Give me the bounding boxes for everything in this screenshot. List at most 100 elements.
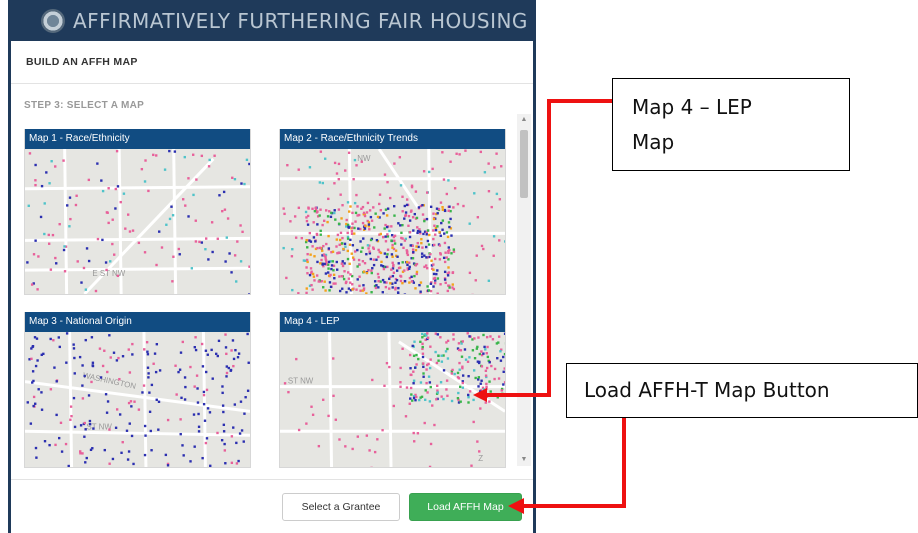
- map-point: [225, 365, 228, 368]
- load-affh-map-button[interactable]: Load AFFH Map: [409, 493, 522, 521]
- map-point: [333, 209, 336, 212]
- map-point: [182, 198, 185, 201]
- map-point: [147, 189, 150, 193]
- scroll-thumb[interactable]: [520, 130, 528, 198]
- map-point: [432, 212, 435, 215]
- map-point: [362, 287, 366, 290]
- map-point: [480, 379, 483, 382]
- map-point: [456, 376, 460, 379]
- map-point: [51, 233, 55, 237]
- map-point: [217, 339, 221, 343]
- map-point: [321, 223, 324, 227]
- map-point: [447, 251, 450, 254]
- map-point: [155, 343, 159, 346]
- map-point: [84, 288, 88, 291]
- map-point: [399, 275, 403, 278]
- map-point: [88, 423, 92, 426]
- map-point: [193, 345, 196, 349]
- map-point: [480, 365, 484, 368]
- map-point: [94, 289, 98, 293]
- scrollbar[interactable]: ▲ ▼: [517, 114, 531, 466]
- map-thumbnail[interactable]: WASHINGTON ST NW: [25, 332, 250, 467]
- map-point: [425, 368, 428, 371]
- map-point: [478, 352, 482, 356]
- map-point: [353, 232, 356, 235]
- map-point: [351, 211, 354, 215]
- map-point: [447, 246, 450, 249]
- select-grantee-button[interactable]: Select a Grantee: [282, 493, 400, 521]
- map-point: [416, 432, 420, 435]
- map-point: [393, 214, 396, 217]
- map-point: [192, 153, 195, 156]
- map-point: [485, 366, 489, 370]
- map-point: [462, 204, 465, 208]
- map-point: [344, 245, 347, 248]
- map-point: [429, 282, 433, 285]
- map-point: [391, 255, 394, 258]
- map-point: [34, 179, 37, 182]
- map-point: [391, 274, 395, 278]
- map-point: [325, 259, 328, 262]
- map-point: [80, 281, 83, 284]
- map-point: [36, 359, 39, 362]
- map-thumbnail[interactable]: E ST NW: [25, 149, 250, 294]
- map-point: [445, 256, 448, 259]
- map-card-3[interactable]: Map 3 - National Origin WASHINGTON ST NW: [24, 312, 251, 468]
- map-point: [493, 166, 496, 169]
- map-point: [447, 179, 450, 182]
- map-point: [121, 440, 124, 444]
- map-point: [308, 273, 312, 277]
- map-point: [457, 348, 461, 352]
- map-point: [419, 290, 422, 293]
- map-point: [409, 397, 412, 400]
- map-point: [81, 397, 85, 400]
- map-point: [294, 236, 298, 239]
- map-point: [404, 214, 407, 218]
- map-point: [179, 418, 182, 421]
- map-point: [386, 248, 390, 251]
- map-point: [152, 362, 155, 365]
- map-point: [203, 419, 207, 422]
- map-point: [408, 235, 412, 239]
- map-card-1[interactable]: Map 1 - Race/Ethnicity E ST NW: [24, 129, 251, 295]
- map-point: [223, 208, 227, 211]
- map-point: [347, 151, 351, 154]
- map-point: [434, 233, 437, 236]
- map-point: [450, 372, 454, 375]
- map-point: [491, 338, 495, 341]
- map-point: [486, 345, 489, 349]
- map-point: [408, 281, 411, 284]
- map-point: [368, 250, 371, 253]
- map-point: [50, 160, 53, 163]
- build-map-dialog: BUILD AN AFFH MAP STEP 3: SELECT A MAP M…: [11, 41, 533, 533]
- scroll-up-icon[interactable]: ▲: [517, 114, 531, 126]
- map-point: [349, 205, 352, 208]
- map-point: [396, 255, 399, 258]
- map-point: [331, 260, 335, 263]
- map-point: [441, 151, 444, 154]
- scroll-down-icon[interactable]: ▼: [517, 454, 531, 466]
- map-point: [127, 348, 130, 351]
- map-point: [411, 248, 415, 251]
- map-point: [333, 211, 336, 215]
- map-point: [392, 205, 396, 208]
- map-point: [313, 255, 316, 258]
- map-point: [445, 231, 449, 234]
- street-label: E ST NW: [92, 269, 125, 278]
- map-point: [209, 464, 212, 467]
- map-card-2[interactable]: Map 2 - Race/Ethnicity Trends NW: [279, 129, 506, 295]
- map-point: [141, 391, 144, 394]
- map-point: [498, 198, 502, 201]
- map-point: [349, 238, 352, 242]
- map-point: [361, 289, 364, 292]
- map-point: [409, 386, 413, 390]
- map-point: [115, 408, 119, 411]
- map-thumbnail[interactable]: ST NW Z: [280, 332, 505, 467]
- map-point: [383, 173, 387, 176]
- map-thumbnail[interactable]: NW: [280, 149, 505, 294]
- map-point: [373, 450, 377, 454]
- map-point: [433, 281, 437, 285]
- map-card-4[interactable]: Map 4 - LEP ST NW Z: [279, 312, 506, 468]
- map-point: [131, 342, 134, 346]
- map-point: [341, 260, 344, 263]
